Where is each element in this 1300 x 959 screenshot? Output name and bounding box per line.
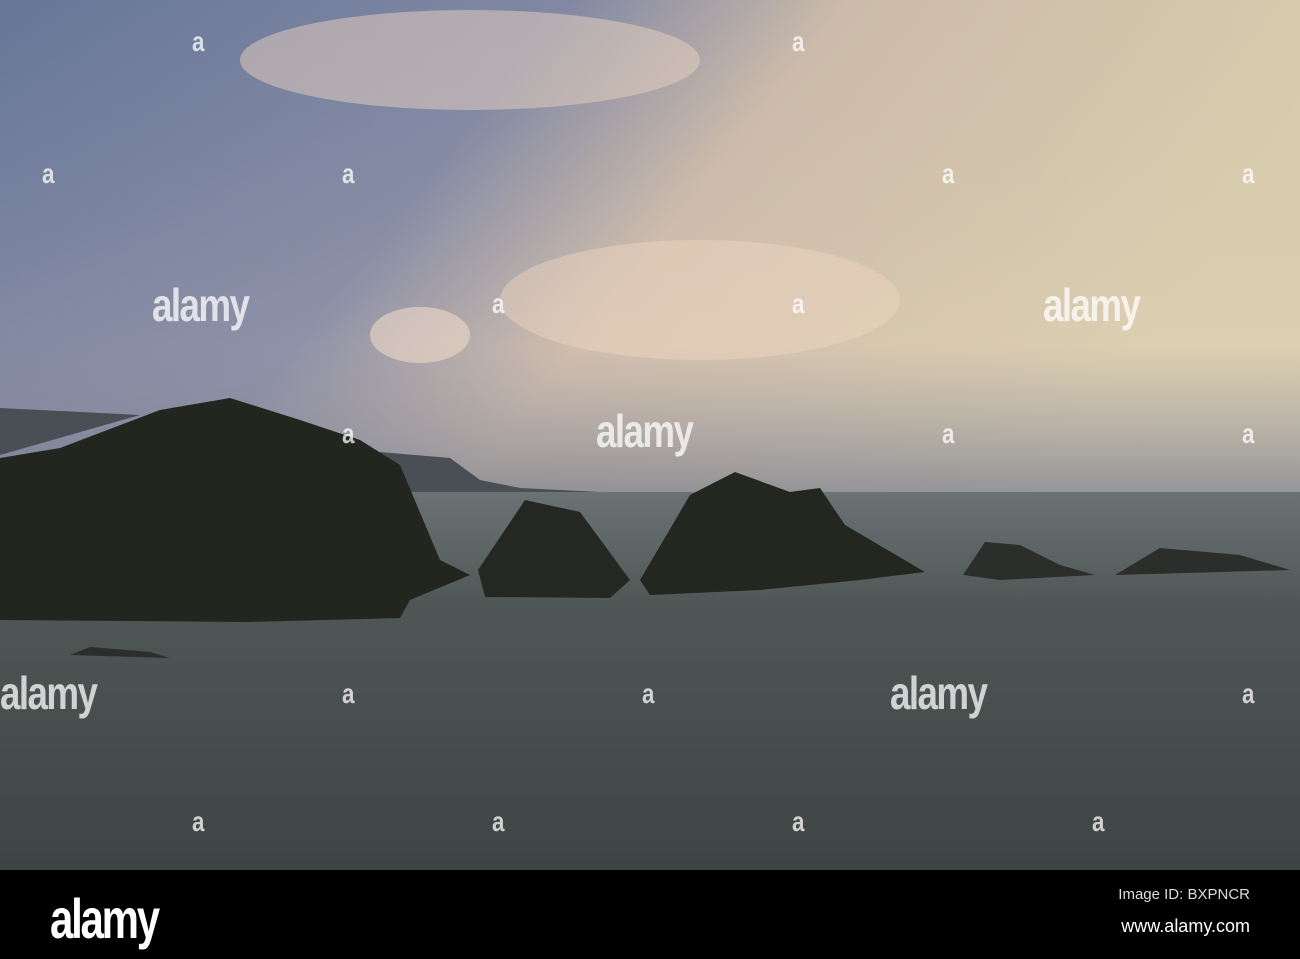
watermark-small: a: [792, 806, 804, 837]
watermark-small: a: [1242, 418, 1254, 449]
watermark: alamy: [1043, 279, 1141, 331]
watermark-small: a: [642, 678, 654, 709]
alamy-logo: alamy: [50, 887, 160, 950]
watermark-small: a: [342, 158, 354, 189]
watermark-small: a: [192, 26, 204, 57]
watermark-small: a: [342, 678, 354, 709]
image-id: Image ID: BXPNCR: [1118, 886, 1250, 903]
watermark-small: a: [792, 288, 804, 319]
watermark-small: a: [492, 288, 504, 319]
cloud: [370, 307, 470, 363]
watermark: alamy: [596, 405, 694, 457]
watermark-small: a: [42, 158, 54, 189]
watermark-small: a: [492, 806, 504, 837]
cloud: [240, 10, 700, 110]
watermark-small: a: [192, 806, 204, 837]
watermark-small: a: [1242, 678, 1254, 709]
footer-bar: alamy Image ID: BXPNCR www.alamy.com: [0, 870, 1300, 959]
watermark-small: a: [342, 418, 354, 449]
watermark: alamy: [152, 279, 250, 331]
cloud: [500, 240, 900, 360]
watermark-small: a: [1092, 806, 1104, 837]
watermark-small: a: [942, 418, 954, 449]
watermark-small: a: [1242, 158, 1254, 189]
watermark-small: a: [942, 158, 954, 189]
website-link[interactable]: www.alamy.com: [1121, 916, 1250, 937]
watermark-small: a: [792, 26, 804, 57]
watermark: alamy: [890, 667, 988, 719]
watermark: alamy: [0, 667, 98, 719]
